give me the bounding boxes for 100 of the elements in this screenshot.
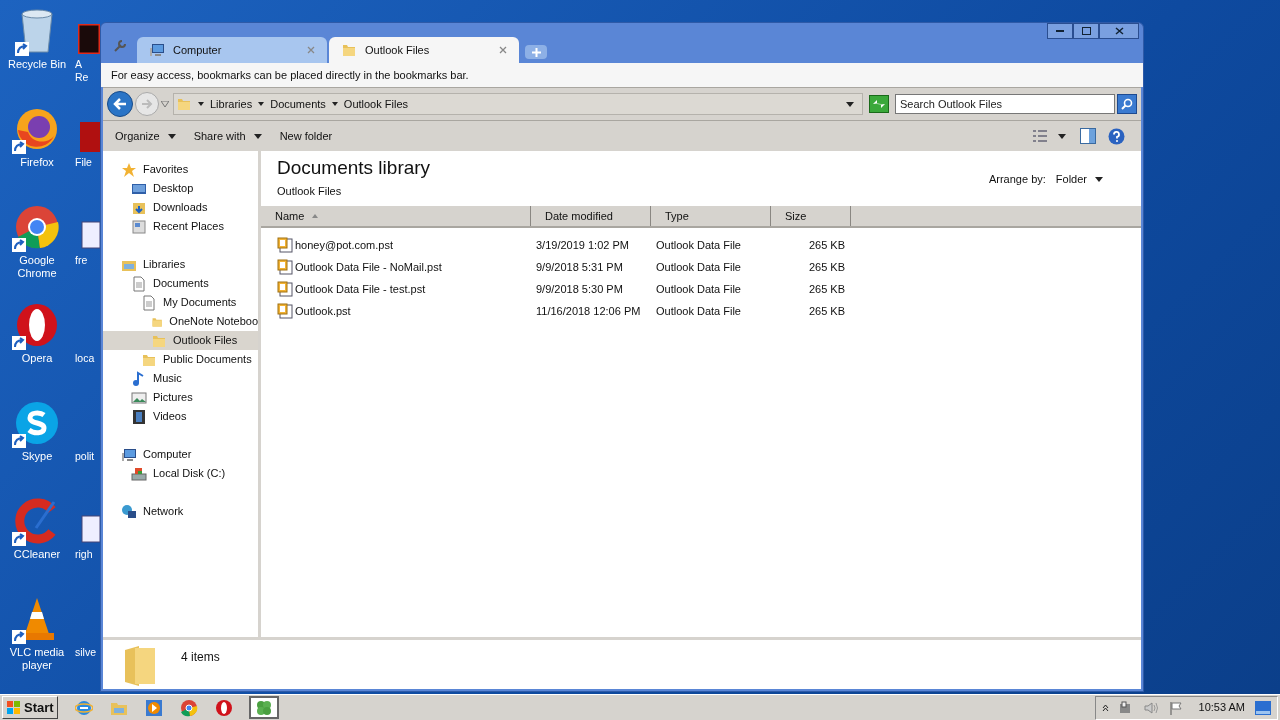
toolbar-button[interactable]: Share with	[185, 124, 270, 148]
tab[interactable]: Computer	[137, 37, 327, 63]
tree-item[interactable]: Network	[103, 502, 258, 521]
chrome-icon	[14, 204, 60, 250]
library-title: Documents library	[277, 157, 431, 179]
tree-item[interactable]: Music	[103, 369, 258, 388]
network-tray-icon[interactable]	[1118, 700, 1133, 715]
desktop-icon-label[interactable]: VLC media player	[2, 646, 72, 672]
flag-icon[interactable]	[1168, 700, 1183, 715]
tree-item[interactable]: Desktop	[103, 179, 258, 198]
tree-item[interactable]: Libraries	[103, 255, 258, 274]
refresh-button[interactable]	[869, 95, 889, 113]
close-icon[interactable]	[499, 46, 507, 54]
breadcrumb-item[interactable]: Outlook Files	[343, 95, 409, 113]
table-cell-text: 265 KB	[808, 281, 845, 297]
maximize-button[interactable]	[1073, 23, 1099, 39]
close-button[interactable]	[1099, 23, 1139, 39]
table-cell[interactable]: Outlook.pst	[295, 302, 351, 320]
desktop-icon-label[interactable]: Skype	[2, 450, 72, 463]
tree-item[interactable]: Computer	[103, 445, 258, 464]
tree-item[interactable]: Outlook Files	[103, 331, 258, 350]
new-tab-button[interactable]	[525, 45, 547, 59]
folder-icon	[341, 42, 357, 58]
tree-item[interactable]: Downloads	[103, 198, 258, 217]
library-subtitle: Outlook Files	[277, 184, 343, 199]
tree-item[interactable]: Pictures	[103, 388, 258, 407]
shortcut-arrow-icon	[12, 140, 26, 154]
tab[interactable]: Outlook Files	[329, 37, 519, 63]
shortcut-arrow-icon	[12, 238, 26, 252]
preview-pane-icon[interactable]	[1080, 128, 1096, 144]
tree-item[interactable]: Videos	[103, 407, 258, 426]
tree-item[interactable]: My Documents	[103, 293, 258, 312]
column-header[interactable]: Size	[771, 206, 851, 226]
table-cell-text: 3/19/2019 1:02 PM	[536, 237, 629, 253]
tree-label: Pictures	[153, 390, 193, 406]
address-bar[interactable]: Libraries Documents Outlook Files	[173, 93, 863, 115]
breadcrumb-item[interactable]: Libraries	[210, 95, 253, 113]
column-header[interactable]: Name	[261, 206, 531, 226]
tree-label: Libraries	[143, 257, 186, 273]
search-button[interactable]	[1117, 94, 1137, 114]
tree-item[interactable]: Documents	[103, 274, 258, 293]
minimize-icon	[1056, 30, 1064, 32]
column-header[interactable]: Date modified	[531, 206, 651, 226]
desktop-icon-label[interactable]: Google Chrome	[2, 254, 72, 280]
tree-label: Desktop	[153, 181, 194, 197]
tree-label: Network	[143, 504, 184, 520]
desktop-icon-label[interactable]: loca	[74, 352, 95, 365]
desktop-icon-label[interactable]: silve	[74, 646, 96, 659]
clock[interactable]: 10:53 AM	[1198, 699, 1245, 716]
breadcrumb-caret-icon[interactable]	[331, 102, 338, 106]
arrange-dropdown[interactable]: Folder	[1055, 171, 1103, 188]
chevron-up-icon[interactable]	[1101, 703, 1109, 712]
tree-label: Computer	[143, 447, 192, 463]
tree-item[interactable]: Local Disk (C:)	[103, 464, 258, 483]
tree-item[interactable]: Public Documents	[103, 350, 258, 369]
firefox-icon	[14, 106, 60, 152]
data-file-icon	[277, 237, 293, 253]
back-button[interactable]	[107, 91, 133, 117]
folder-icon	[176, 96, 192, 112]
desktop-icon-label[interactable]: File	[74, 156, 92, 169]
desktop-icon-label[interactable]: Recycle Bin	[2, 58, 72, 71]
bookmarks-hint: For easy access, bookmarks can be placed directly in the bookmarks bar.	[111, 67, 469, 83]
table-cell-text: Outlook Data File	[656, 303, 741, 319]
back-arrow-icon	[113, 98, 127, 110]
column-header[interactable]: Type	[651, 206, 771, 226]
table-cell[interactable]: Outlook Data File - test.pst	[295, 280, 426, 298]
desktop-icon-label[interactable]: Opera	[2, 352, 72, 365]
history-caret-icon[interactable]	[161, 101, 169, 107]
tree-item[interactable]: Recent Places	[103, 217, 258, 236]
desktop-icon-label[interactable]: fre	[74, 254, 88, 267]
network-icon	[121, 503, 137, 520]
desktop-icon-label[interactable]: polit	[74, 450, 95, 463]
taskbar-button[interactable]	[248, 696, 279, 719]
toolbar-button[interactable]: Organize	[107, 124, 184, 148]
breadcrumb-caret-icon[interactable]	[198, 102, 204, 106]
show-desktop-icon[interactable]	[1255, 700, 1271, 715]
tree-label: Videos	[153, 409, 187, 425]
toolbar-button[interactable]: New folder	[271, 124, 341, 148]
minimize-button[interactable]	[1047, 23, 1073, 39]
desktop-icon-label[interactable]: CCleaner	[2, 548, 72, 561]
desktop-icon-label[interactable]: Firefox	[2, 156, 72, 169]
tree-item[interactable]: OneNote Noteboo	[103, 312, 258, 331]
table-cell-text: 265 KB	[808, 237, 845, 253]
refresh-arrows-icon	[872, 99, 886, 109]
start-button[interactable]: Start	[2, 696, 58, 719]
desktop-icon-label[interactable]: righ	[74, 548, 93, 561]
shortcut-arrow-icon	[12, 532, 26, 546]
table-cell[interactable]: Outlook Data File - NoMail.pst	[295, 258, 442, 276]
view-options-icon[interactable]	[1032, 129, 1048, 143]
desktop-icon-label[interactable]: A Re	[74, 58, 89, 84]
table-cell[interactable]: honey@pot.com.pst	[295, 236, 393, 254]
search-icon	[1121, 98, 1133, 110]
tree-item[interactable]: Favorites	[103, 160, 258, 179]
help-icon[interactable]	[1108, 127, 1125, 145]
search-field[interactable]: Search Outlook Files	[895, 94, 1115, 114]
recent-places-icon	[131, 218, 147, 235]
computer-icon	[149, 42, 165, 58]
breadcrumb-caret-icon[interactable]	[258, 102, 265, 106]
breadcrumb-item[interactable]: Documents	[270, 95, 326, 113]
clover-icon	[254, 698, 273, 717]
